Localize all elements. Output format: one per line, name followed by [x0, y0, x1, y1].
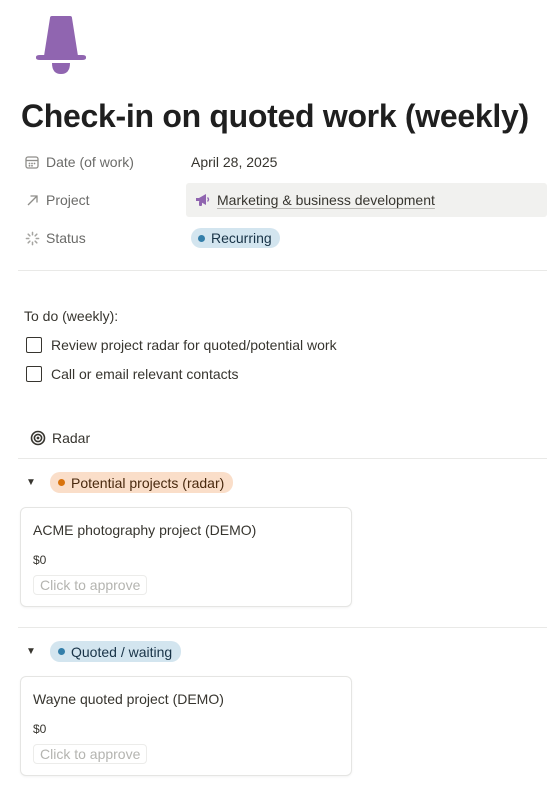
status-text: Recurring — [211, 230, 272, 246]
bell-icon[interactable] — [32, 14, 90, 76]
collapse-triangle-icon[interactable]: ▼ — [26, 646, 38, 657]
property-status-label: Status — [46, 230, 86, 246]
megaphone-icon — [195, 193, 211, 207]
group-dot — [58, 479, 65, 486]
todo-label[interactable]: Call or email relevant contacts — [51, 366, 239, 382]
view-divider — [18, 458, 547, 459]
property-status-label-wrap[interactable]: Status — [18, 230, 186, 246]
group-divider — [18, 627, 547, 628]
properties-divider — [18, 270, 547, 271]
status-loader-icon — [24, 230, 40, 246]
status-value[interactable]: Recurring — [186, 221, 547, 255]
group-dot — [58, 648, 65, 655]
group-name: Potential projects (radar) — [71, 474, 225, 491]
project-link[interactable]: Marketing & business development — [217, 192, 435, 208]
todo-item: Review project radar for quoted/potentia… — [26, 337, 337, 353]
todo-label[interactable]: Review project radar for quoted/potentia… — [51, 337, 337, 353]
property-project: Project Marketing & business development — [18, 183, 547, 217]
group-header: ▼ Potential projects (radar) — [26, 472, 234, 493]
card-amount: $0 — [33, 553, 47, 567]
property-project-label: Project — [46, 192, 90, 208]
date-value[interactable]: April 28, 2025 — [186, 145, 547, 179]
todo-checkbox[interactable] — [26, 337, 42, 353]
card-title: ACME photography project (DEMO) — [33, 522, 257, 538]
status-dot — [198, 234, 205, 242]
calendar-icon — [24, 154, 40, 170]
approve-button[interactable]: Click to approve — [33, 744, 148, 764]
group-label-pill[interactable]: Quoted / waiting — [50, 641, 182, 662]
status-badge[interactable]: Recurring — [191, 228, 280, 248]
property-date: Date (of work) April 28, 2025 — [18, 145, 547, 179]
collapse-triangle-icon[interactable]: ▼ — [26, 477, 38, 488]
view-tab-radar[interactable]: Radar — [30, 430, 90, 446]
project-relation[interactable]: Marketing & business development — [186, 183, 547, 217]
group-header: ▼ Quoted / waiting — [26, 641, 182, 662]
page-title[interactable]: Check-in on quoted work (weekly) — [21, 98, 529, 135]
view-label: Radar — [52, 430, 91, 446]
todo-checkbox[interactable] — [26, 366, 42, 382]
project-card[interactable]: ACME photography project (DEMO) $0 Click… — [20, 507, 352, 607]
property-status: Status Recurring — [18, 221, 547, 255]
arrow-up-right-icon — [24, 192, 40, 208]
card-title: Wayne quoted project (DEMO) — [33, 691, 224, 707]
approve-button[interactable]: Click to approve — [33, 575, 148, 595]
todo-heading[interactable]: To do (weekly): — [24, 308, 118, 324]
project-card[interactable]: Wayne quoted project (DEMO) $0 Click to … — [20, 676, 352, 776]
todo-item: Call or email relevant contacts — [26, 366, 239, 382]
property-date-label: Date (of work) — [46, 154, 134, 170]
property-date-label-wrap[interactable]: Date (of work) — [18, 154, 186, 170]
card-amount: $0 — [33, 722, 47, 736]
property-project-label-wrap[interactable]: Project — [18, 192, 186, 208]
group-name: Quoted / waiting — [71, 643, 173, 660]
target-icon — [30, 430, 46, 446]
group-label-pill[interactable]: Potential projects (radar) — [50, 472, 234, 493]
